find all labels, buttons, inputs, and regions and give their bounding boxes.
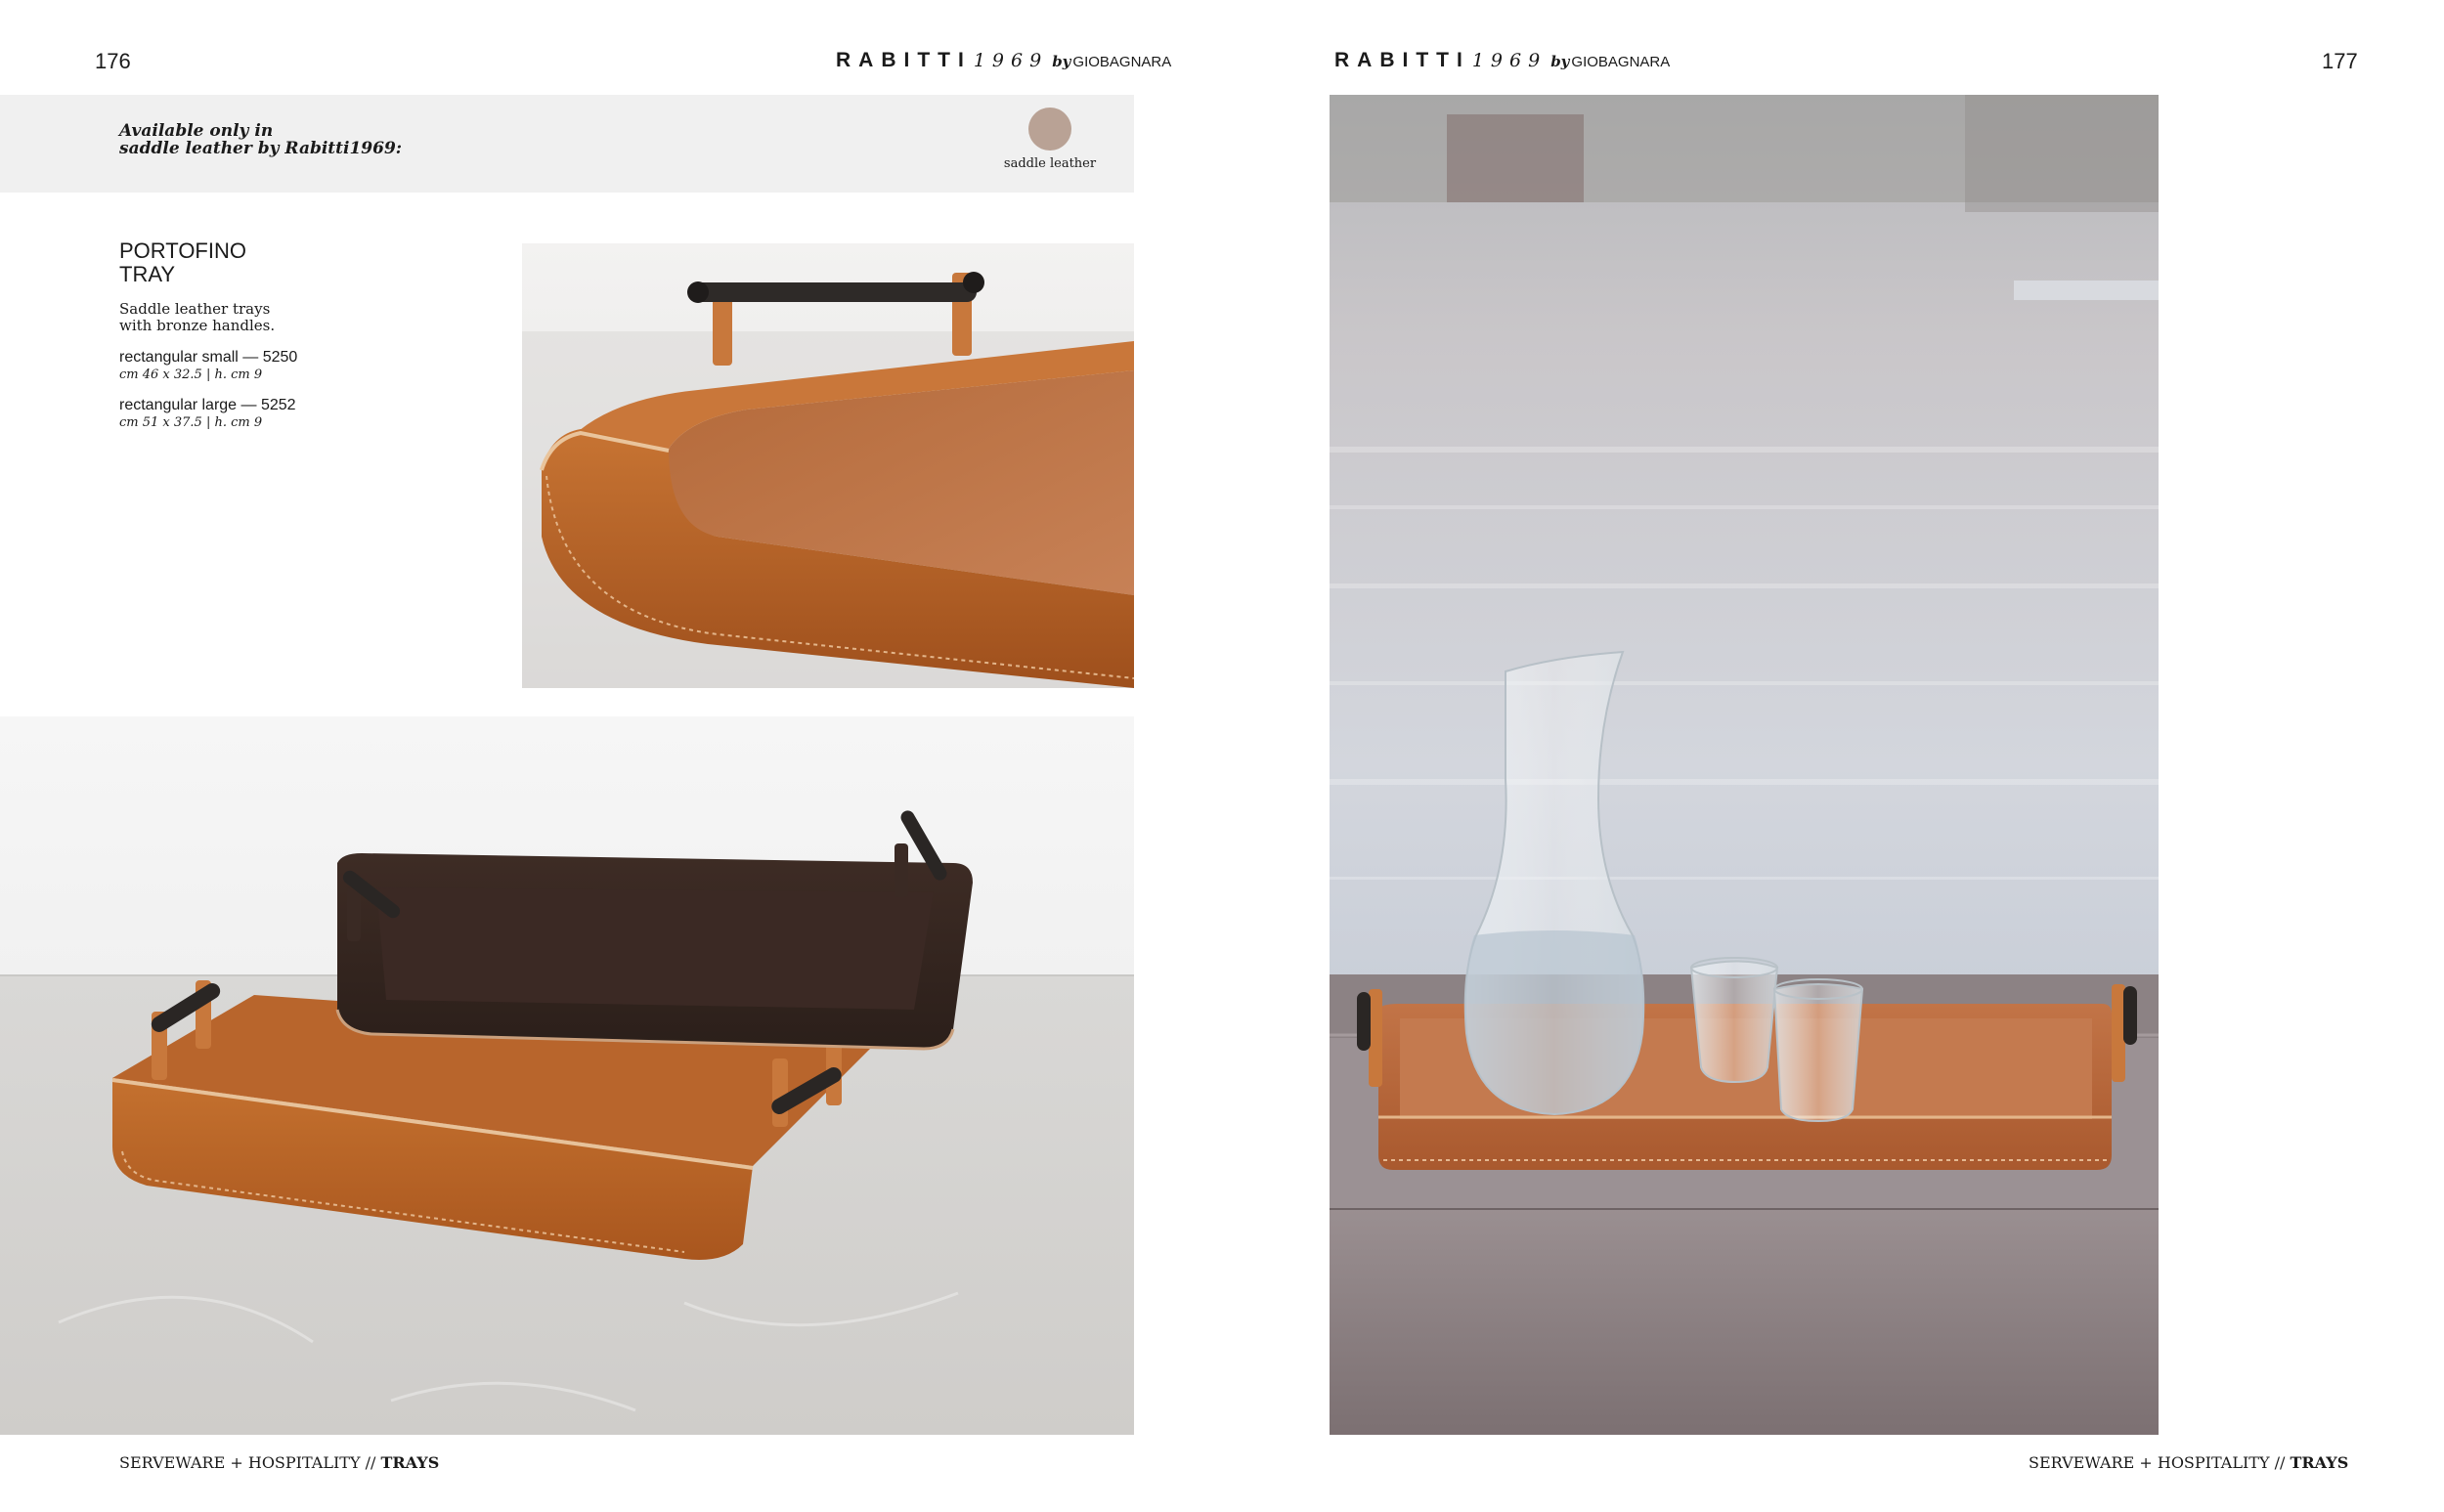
- brand-by: by: [1052, 53, 1071, 70]
- product-title: PORTOFINO TRAY: [119, 239, 246, 286]
- footer-right: SERVEWARE + HOSPITALITY // TRAYS: [2029, 1453, 2348, 1472]
- brand-name: RABITTI: [1334, 49, 1470, 71]
- product-description: Saddle leather trays with bronze handles…: [119, 300, 276, 334]
- variant-name: rectangular small — 5250: [119, 349, 298, 366]
- footer-category: TRAYS: [380, 1453, 440, 1472]
- brand-year: 1969: [1471, 50, 1548, 71]
- harbour-tray-photo: [1330, 95, 2159, 1435]
- footer-section: SERVEWARE + HOSPITALITY //: [2029, 1453, 2291, 1472]
- variant-name: rectangular large — 5252: [119, 397, 296, 413]
- brand-year: 1969: [973, 50, 1049, 71]
- footer-category: TRAYS: [2290, 1453, 2349, 1472]
- tray-detail-photo: [522, 243, 1134, 688]
- page-number-left: 176: [95, 49, 131, 73]
- brand-header-right: RABITTI 1969 by GIOBAGNARA: [1334, 49, 1670, 72]
- product-title-line2: TRAY: [119, 262, 176, 286]
- variant-dimensions: cm 51 x 37.5 | h. cm 9: [119, 415, 263, 430]
- saddle-leather-swatch: [1028, 108, 1071, 151]
- brand-header-left: RABITTI 1969 by GIOBAGNARA: [836, 49, 1171, 72]
- swatch-label: saddle leather: [1003, 156, 1097, 171]
- brand-name: RABITTI: [836, 49, 972, 71]
- variant-dimensions: cm 46 x 32.5 | h. cm 9: [119, 367, 263, 382]
- availability-note: Available only in saddle leather by Rabi…: [119, 121, 403, 158]
- footer-section: SERVEWARE + HOSPITALITY //: [119, 1453, 381, 1472]
- page-number-right: 177: [2322, 49, 2358, 73]
- brand-maker: GIOBAGNARA: [1072, 54, 1172, 70]
- stacked-trays-photo: [0, 716, 1134, 1435]
- product-title-line1: PORTOFINO: [119, 238, 246, 263]
- brand-maker: GIOBAGNARA: [1571, 54, 1671, 70]
- brand-by: by: [1550, 53, 1570, 70]
- footer-left: SERVEWARE + HOSPITALITY // TRAYS: [119, 1453, 439, 1472]
